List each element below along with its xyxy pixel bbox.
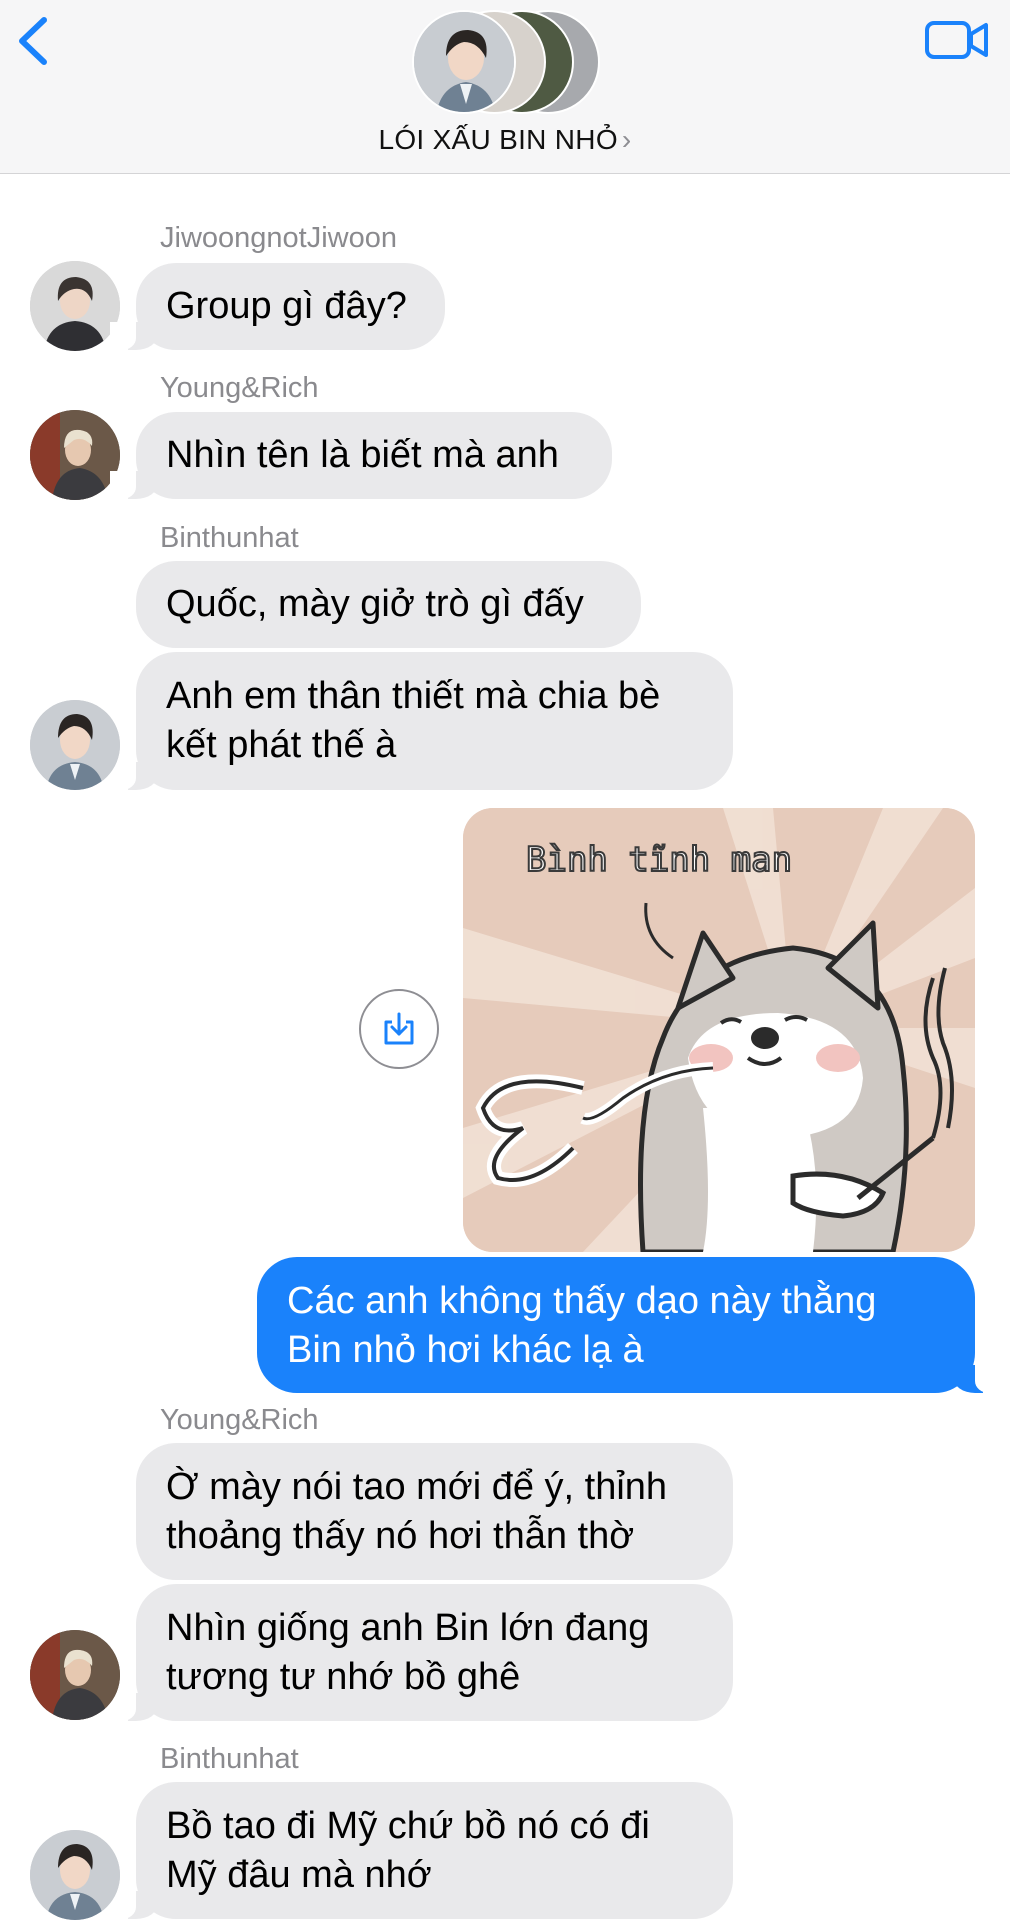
message-text: Nhìn giống anh Bin lớn đang tương tư nhớ…: [166, 1607, 650, 1698]
sender-name: Young&Rich: [160, 1404, 319, 1436]
message-text: Nhìn tên là biết mà anh: [166, 434, 559, 476]
sender-name: Young&Rich: [160, 372, 319, 404]
video-camera-icon[interactable]: [924, 18, 990, 62]
sender-name: Binthunhat: [160, 1743, 299, 1775]
message-text: Ờ mày nói tao mới để ý, thỉnh thoảng thấ…: [166, 1466, 668, 1557]
outgoing-message-bubble[interactable]: Các anh không thấy dạo này thằng Bin nhỏ…: [257, 1257, 1001, 1393]
message-bubble[interactable]: Bồ tao đi Mỹ chứ bồ nó có đi Mỹ đâu mà n…: [110, 1782, 733, 1919]
avatar[interactable]: [30, 261, 120, 351]
sticker-caption: Bình tĩnh man: [526, 840, 792, 880]
message-text: Các anh không thấy dạo này thằng Bin nhỏ…: [287, 1280, 877, 1371]
message-text: Group gì đây?: [166, 285, 407, 327]
back-chevron-icon[interactable]: [14, 14, 54, 68]
message-bubble[interactable]: Anh em thân thiết mà chia bè kết phát th…: [110, 652, 733, 790]
group-name-label: LÓI XẤU BIN NHỎ: [378, 124, 618, 155]
message-bubble[interactable]: Group gì đây?: [110, 263, 445, 350]
group-name[interactable]: LÓI XẤU BIN NHỎ ›: [0, 124, 1010, 156]
message-bubble[interactable]: Nhìn giống anh Bin lớn đang tương tư nhớ…: [110, 1584, 733, 1721]
save-download-button[interactable]: [359, 989, 439, 1069]
message-text: Bồ tao đi Mỹ chứ bồ nó có đi Mỹ đâu mà n…: [166, 1805, 650, 1896]
message-text: Quốc, mày giở trò gì đấy: [166, 583, 584, 625]
group-avatar-stack[interactable]: [412, 10, 602, 114]
chevron-right-icon: ›: [621, 124, 632, 155]
avatar[interactable]: [30, 700, 120, 790]
save-download-icon: [384, 1012, 414, 1045]
sticker-image[interactable]: Bình tĩnh man: [463, 808, 975, 1252]
message-bubble[interactable]: Quốc, mày giở trò gì đấy: [136, 561, 641, 648]
message-text: Anh em thân thiết mà chia bè kết phát th…: [166, 675, 661, 766]
avatar[interactable]: [30, 1630, 120, 1720]
message-bubble[interactable]: Nhìn tên là biết mà anh: [110, 412, 612, 499]
sender-name: Binthunhat: [160, 522, 299, 554]
avatar[interactable]: [30, 410, 120, 500]
group-avatar-1: [412, 10, 516, 114]
avatar[interactable]: [30, 1830, 120, 1920]
chat-header: LÓI XẤU BIN NHỎ ›: [0, 0, 1010, 174]
sender-name: JiwoongnotJiwoon: [160, 222, 397, 254]
message-bubble[interactable]: Ờ mày nói tao mới để ý, thỉnh thoảng thấ…: [136, 1443, 733, 1580]
